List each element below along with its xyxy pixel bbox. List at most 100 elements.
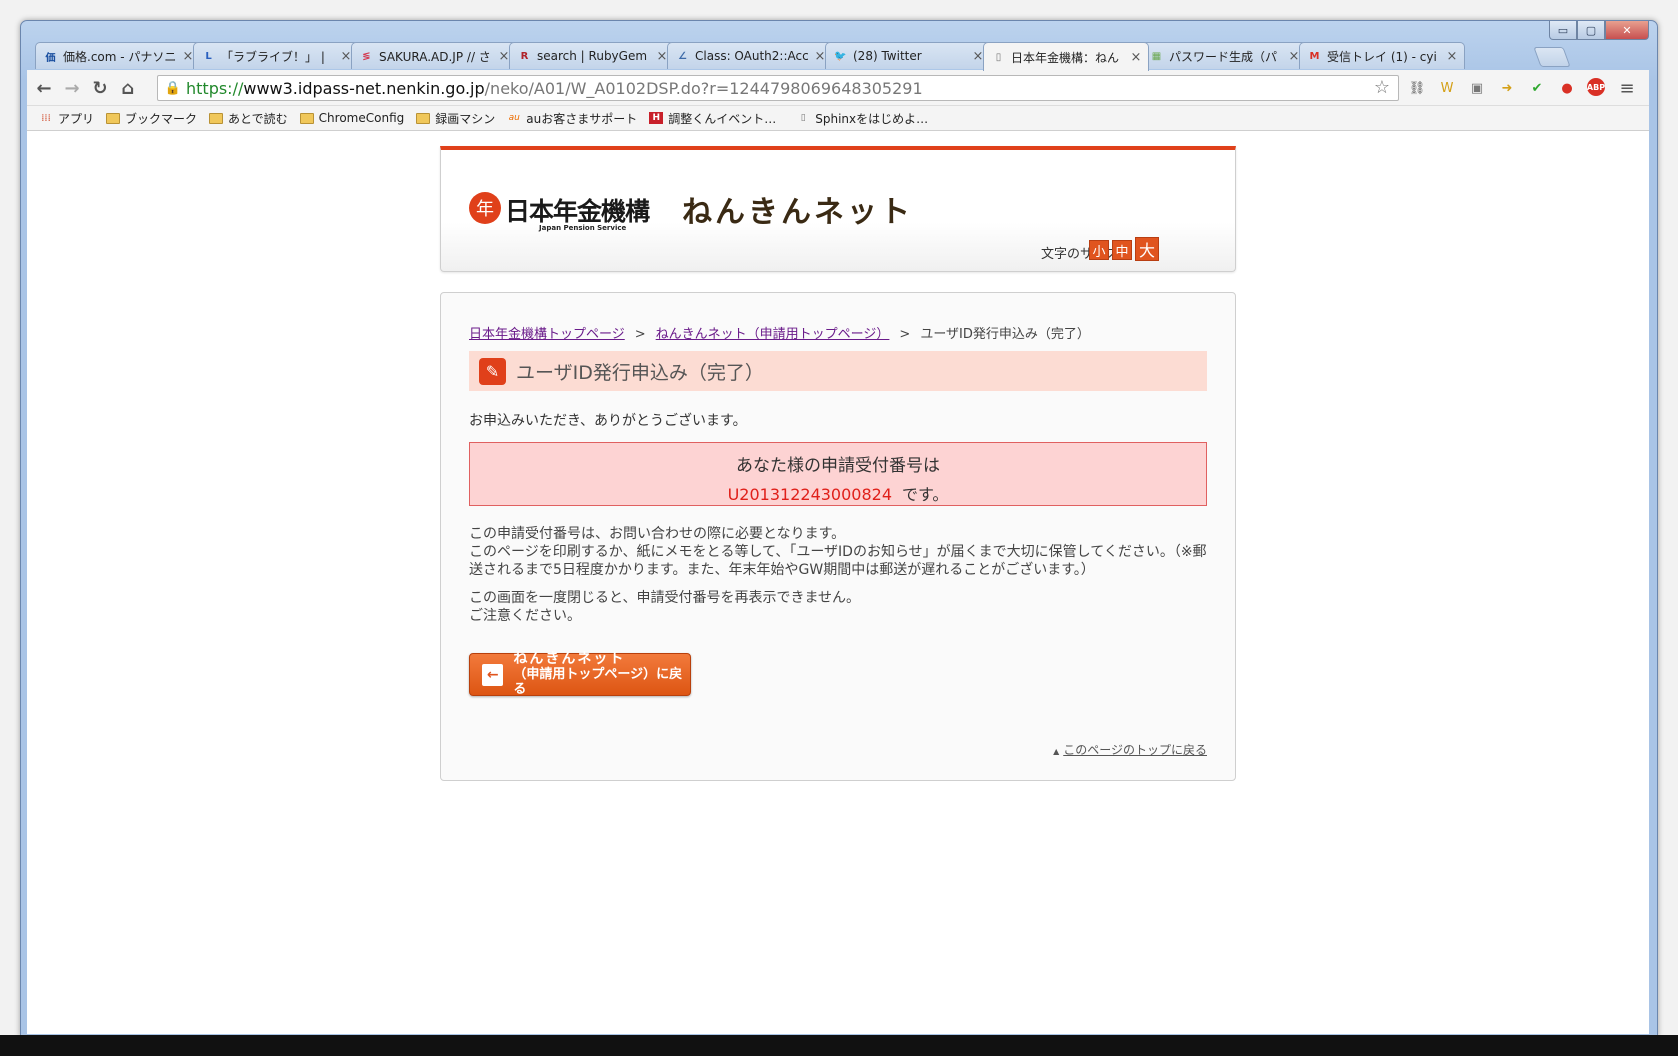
back-to-nenkin-net-button[interactable]: ← ねんきんネット （申請用トップページ）に戻る (469, 651, 691, 697)
folder-icon (299, 112, 314, 124)
page-icon: ▯ (800, 113, 806, 123)
address-bar[interactable]: 🔒 https://www3.idpass-net.nenkin.go.jp/n… (157, 75, 1399, 101)
back-button-line2: （申請用トップページ）に戻る (513, 667, 683, 697)
arrow-left-icon: ← (482, 663, 504, 686)
bookmark-label: Sphinxをはじめよ… (815, 111, 929, 126)
notes-paragraph-2: この画面を一度閉じると、申請受付番号を再表示できません。 ご注意ください。 (469, 589, 1209, 625)
forward-button[interactable]: → (61, 77, 83, 99)
site-name: ねんきんネット (682, 195, 913, 230)
site-header: 年 日本年金機構 Japan Pension Service ねんきんネット 文… (440, 146, 1236, 272)
tab[interactable]: L 「ラブライブ！」 | × (193, 42, 359, 69)
breadcrumb: 日本年金機構トップページ > ねんきんネット（申請用トップページ） > ユーザID発行申… (469, 323, 1090, 342)
bookmark-label: ChromeConfig (318, 111, 405, 125)
thank-you-message: お申込みいただき、ありがとうございます。 (469, 413, 747, 429)
font-size-medium-button[interactable]: 中 (1112, 240, 1132, 260)
ext-check-icon[interactable]: ✔ (1527, 78, 1547, 98)
adblock-icon[interactable]: ABP (1587, 78, 1605, 96)
notes: この申請受付番号は、お問い合わせの際に必要となります。 このページを印刷するか、… (469, 525, 1209, 635)
bookmark-label: 録画マシン (435, 111, 496, 126)
bookmark-label: auお客さまサポート (526, 111, 638, 126)
back-button-line1: ねんきんネット (513, 651, 626, 667)
rdoc-icon: ∠ (678, 50, 687, 62)
tab[interactable]: Rsearch | RubyGem × (509, 42, 675, 69)
bookmark-item[interactable]: ChromeConfig (299, 111, 405, 125)
receipt-line: U201312243000824 です。 (470, 481, 1206, 505)
bookmark-item[interactable]: ブックマーク (106, 110, 197, 127)
breadcrumb-nenkin-net-link[interactable]: ねんきんネット（申請用トップページ） (656, 327, 890, 342)
note-line: ご注意ください。 (469, 608, 581, 624)
bookmark-label: 調整くんイベント… (668, 111, 777, 126)
minimize-button[interactable]: ▭ (1549, 21, 1577, 40)
tab[interactable]: 🐦 (28) Twitter × (825, 42, 991, 69)
ext-record-icon[interactable]: ● (1557, 78, 1577, 98)
breadcrumb-separator: > (634, 327, 646, 342)
font-size-large-button[interactable]: 大 (1135, 237, 1159, 261)
menu-icon[interactable]: ≡ (1617, 78, 1637, 99)
tab-close-icon[interactable]: × (1446, 49, 1458, 64)
page-icon: ▯ (995, 51, 1002, 63)
bookmark-label: アプリ (58, 111, 95, 126)
tab[interactable]: ▦ パスワード生成（パ × (1141, 42, 1307, 69)
bookmark-item[interactable]: H 調整くんイベント… (649, 110, 776, 127)
tab[interactable]: M 受信トレイ (1) - cyi × (1299, 42, 1465, 69)
new-tab-button[interactable] (1533, 47, 1571, 67)
tab-title: (28) Twitter (853, 49, 922, 63)
bookmark-item[interactable]: あとで読む (209, 110, 288, 127)
home-button[interactable]: ⌂ (117, 77, 139, 99)
note-line: この申請受付番号は、お問い合わせの際に必要となります。 (469, 526, 846, 542)
bookmark-item[interactable]: ▯ Sphinxをはじめよ… (796, 110, 928, 127)
chouseikun-icon: H (649, 112, 664, 124)
url-host: www3.idpass-net.nenkin.go.jp (243, 78, 485, 98)
maximize-button[interactable]: ▢ (1577, 21, 1605, 40)
ext-puzzle-icon[interactable]: ⛓ (1407, 78, 1427, 98)
tab[interactable]: 価価格.com - パナソニ × (35, 42, 201, 69)
triangle-up-icon: ▲ (1053, 747, 1060, 756)
tab[interactable]: ∠ Class: OAuth2::Acc × (667, 42, 833, 69)
page-title-bar: ✎ ユーザID発行申込み（完了） (469, 351, 1207, 391)
receipt-suffix: です。 (902, 485, 949, 504)
receipt-heading: あなた様の申請受付番号は (736, 456, 940, 476)
jps-logo-subtitle: Japan Pension Service (539, 224, 627, 232)
password-icon: ▦ (1151, 50, 1162, 62)
apps-icon: ⁞⁞⁞ (41, 112, 51, 124)
folder-icon (416, 112, 431, 124)
reload-button[interactable]: ↻ (89, 77, 111, 99)
jps-logo-text[interactable]: 日本年金機構 (505, 192, 650, 228)
pen-icon: ✎ (479, 357, 506, 385)
tab-title: 日本年金機構：ねん (1011, 50, 1120, 65)
tab-close-icon[interactable]: × (1130, 50, 1142, 65)
window-controls: ▭ ▢ ✕ (1549, 21, 1649, 40)
back-button[interactable]: ← (33, 77, 55, 99)
bookmark-item[interactable]: au auお客さまサポート (507, 110, 638, 127)
jps-logo-icon[interactable]: 年 (469, 192, 501, 224)
breadcrumb-jps-top-link[interactable]: 日本年金機構トップページ (469, 327, 625, 342)
lock-icon: 🔒 (164, 80, 182, 96)
tab-title: SAKURA.AD.JP // さ (379, 49, 491, 64)
tab-title: search | RubyGem (537, 49, 648, 63)
tab[interactable]: ▯ 日本年金機構：ねん × (983, 42, 1149, 71)
bookmark-label: あとで読む (228, 111, 288, 126)
tab[interactable]: ≶ SAKURA.AD.JP // さ × (351, 42, 517, 69)
tab-title: パスワード生成（パ (1169, 49, 1278, 64)
breadcrumb-current: ユーザID発行申込み（完了） (920, 327, 1090, 342)
close-window-button[interactable]: ✕ (1605, 21, 1649, 40)
ext-screen-icon[interactable]: ▣ (1467, 78, 1487, 98)
tab-strip: 価価格.com - パナソニ × L 「ラブライブ！」 | × ≶ SAKURA.AD.JP… (35, 42, 1595, 71)
back-to-top: ▲ このページのトップに戻る (1053, 741, 1207, 758)
ext-w-icon[interactable]: W (1437, 78, 1457, 98)
bookmark-star-icon[interactable]: ☆ (1374, 77, 1390, 98)
bookmark-label: ブックマーク (125, 111, 198, 126)
back-to-top-link[interactable]: このページのトップに戻る (1063, 743, 1207, 757)
browser-window: ▭ ▢ ✕ 価価格.com - パナソニ × L 「ラブライブ！」 | × ≶ SAKURA… (20, 20, 1658, 1037)
bookmark-item[interactable]: 録画マシン (416, 110, 495, 127)
tab-title: 「ラブライブ！」 | (221, 49, 325, 64)
page-viewport: 年 日本年金機構 Japan Pension Service ねんきんネット 文… (27, 131, 1649, 1034)
bookmark-item[interactable]: ⁞⁞⁞ アプリ (39, 110, 94, 127)
ext-arrow-icon[interactable]: ➜ (1497, 78, 1517, 98)
au-icon: au (508, 113, 520, 123)
receipt-number: U201312243000824 (727, 485, 892, 504)
breadcrumb-separator: > (899, 327, 911, 342)
font-size-small-button[interactable]: 小 (1089, 240, 1109, 260)
rubygems-icon: R (520, 50, 529, 62)
page-title: ユーザID発行申込み（完了） (516, 361, 764, 384)
